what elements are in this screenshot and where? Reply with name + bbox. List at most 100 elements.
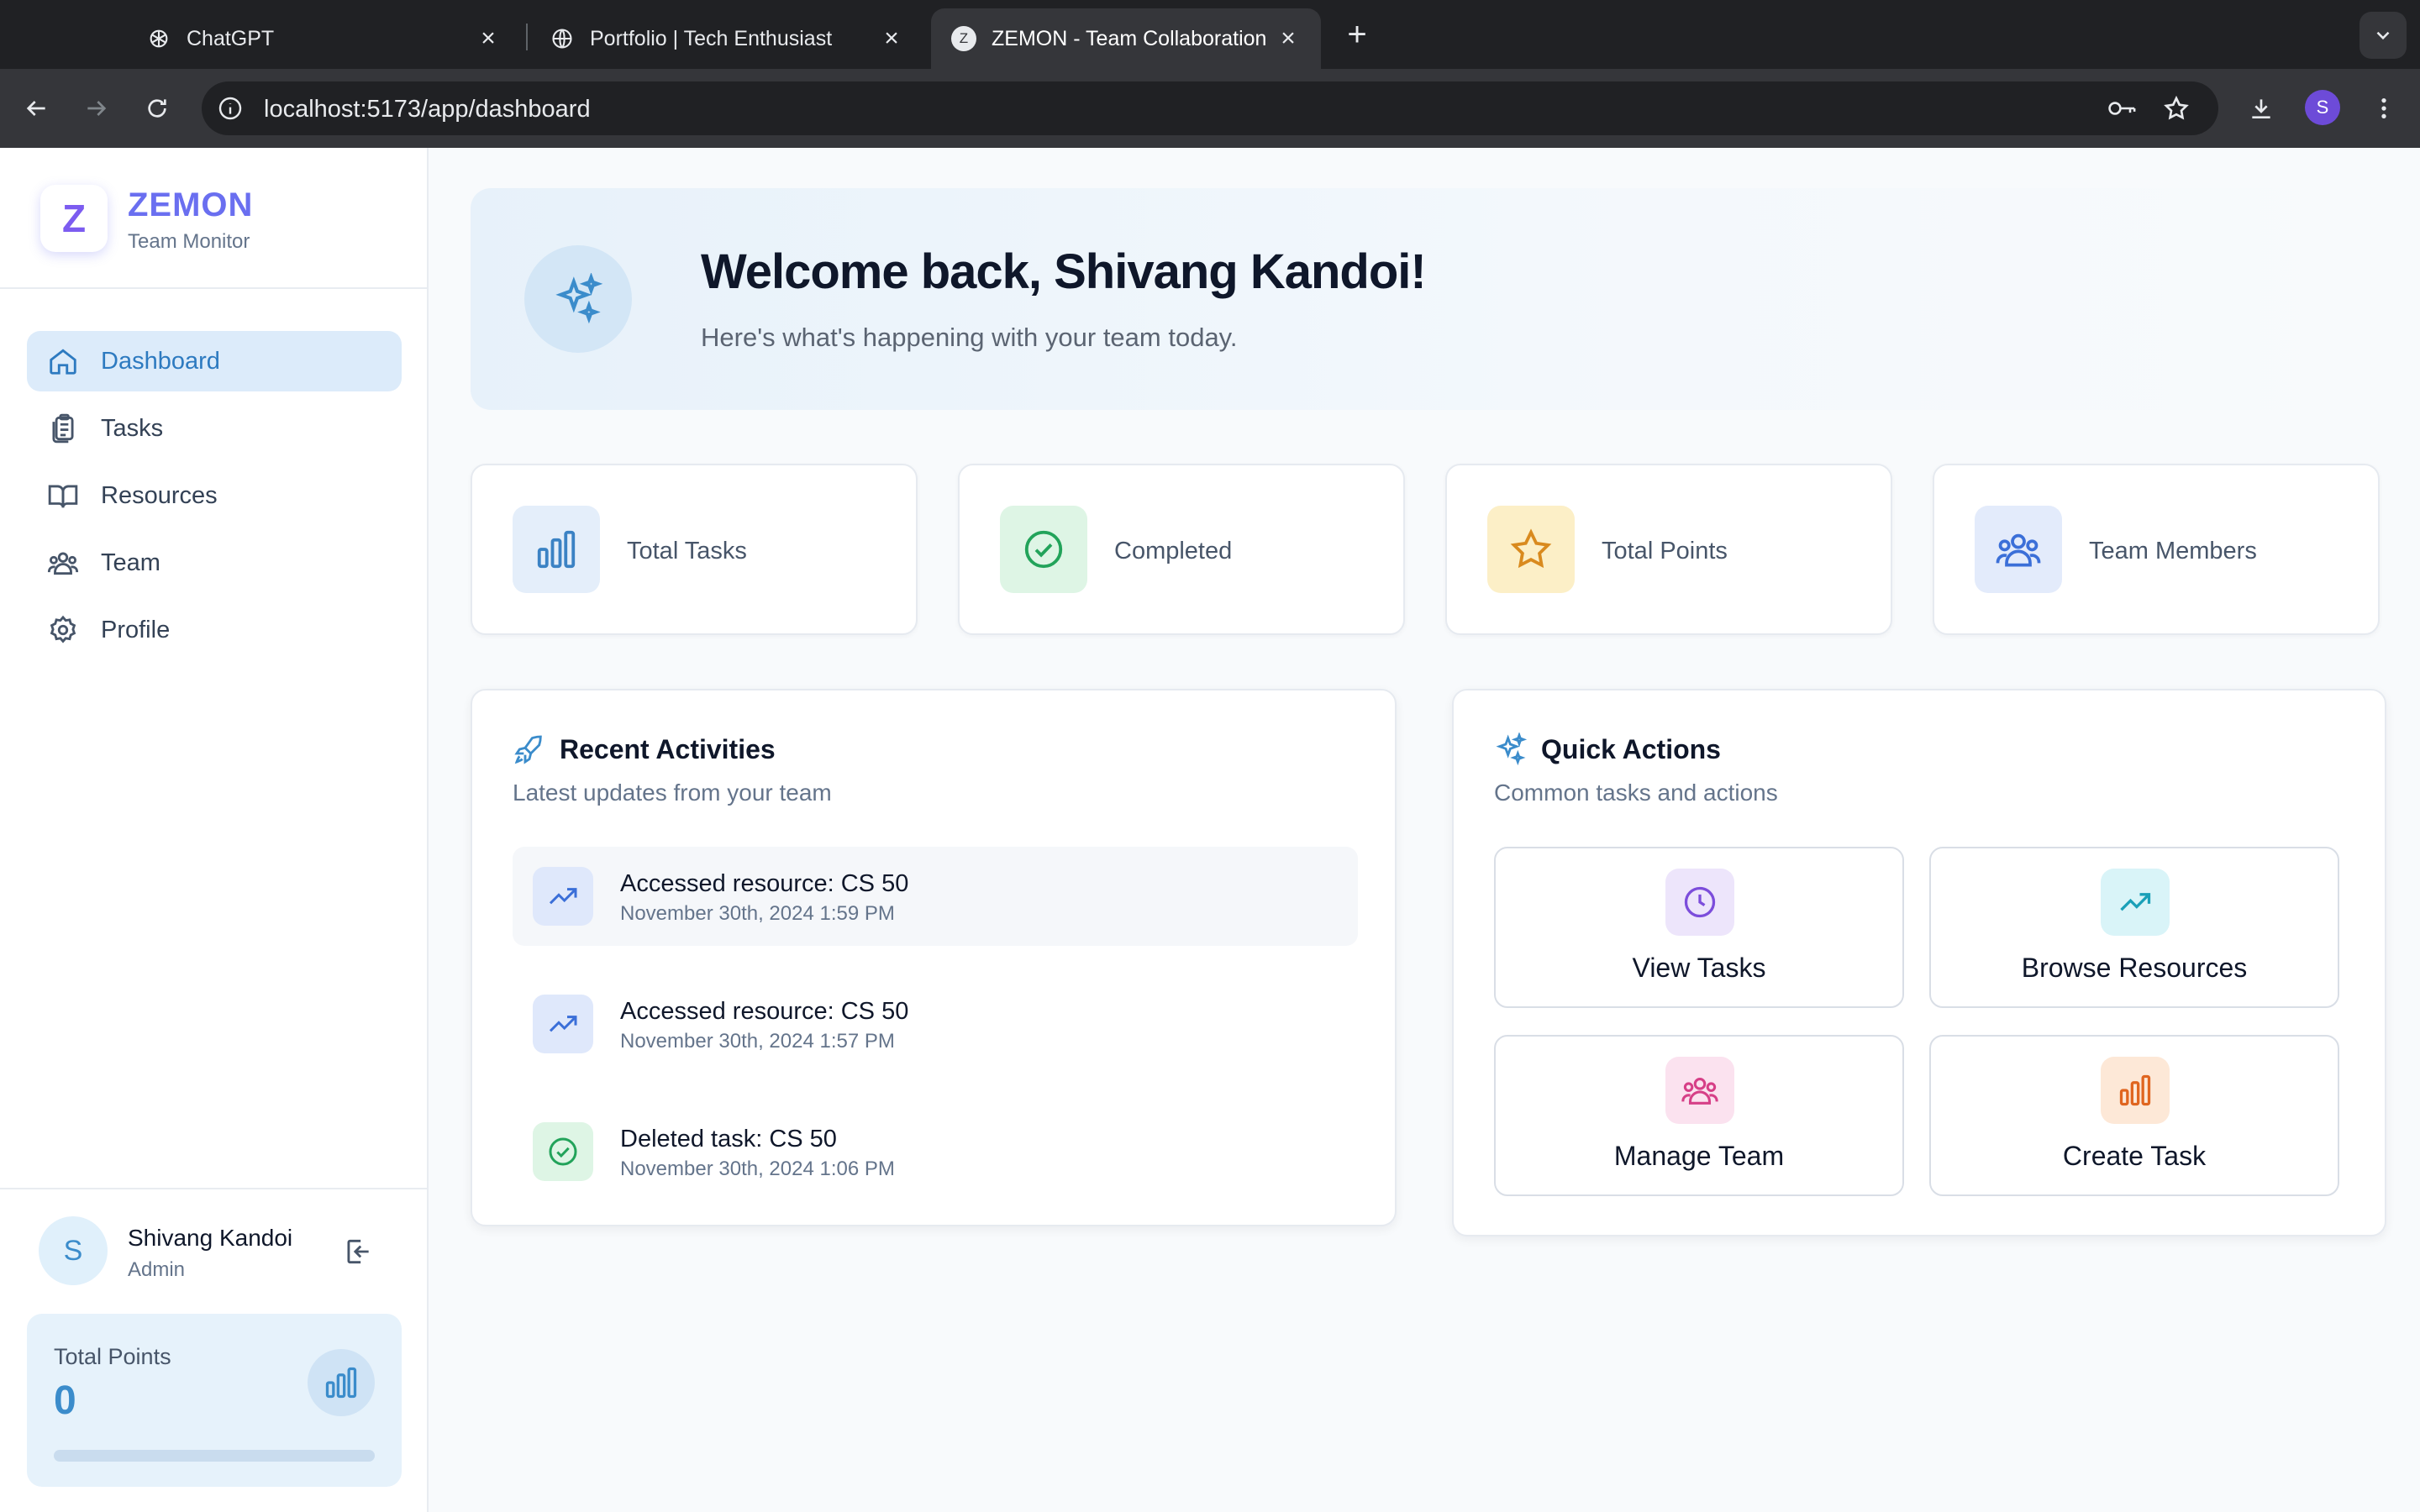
action-label: View Tasks <box>1632 953 1766 983</box>
list-item[interactable]: Accessed resource: CS 50 November 30th, … <box>513 847 1358 946</box>
brand-logo[interactable]: Z <box>40 185 108 252</box>
activity-time: November 30th, 2024 1:06 PM <box>620 1158 895 1180</box>
list-item[interactable]: Accessed resource: CS 50 November 30th, … <box>513 974 1358 1074</box>
card-title: Recent Activities <box>560 734 776 764</box>
tab-chatgpt[interactable]: ChatGPT × <box>126 8 521 69</box>
trending-up-icon <box>533 995 593 1053</box>
browser-menu-button[interactable] <box>2365 89 2403 128</box>
reload-icon <box>148 99 166 118</box>
users-icon <box>1975 506 2062 593</box>
tab-portfolio[interactable]: Portfolio | Tech Enthusiast × <box>529 8 924 69</box>
address-bar[interactable]: localhost:5173/app/dashboard <box>202 81 2218 135</box>
browse-resources-button[interactable]: Browse Resources <box>1929 847 2339 1008</box>
close-icon[interactable]: × <box>879 24 904 53</box>
new-tab-button[interactable]: + <box>1338 15 1376 54</box>
points-value: 0 <box>54 1378 76 1423</box>
close-icon[interactable]: × <box>476 24 501 53</box>
brand-name: ZEMON <box>128 186 254 223</box>
activity-time: November 30th, 2024 1:59 PM <box>620 902 895 925</box>
stat-label: Completed <box>1114 538 1233 564</box>
view-tasks-button[interactable]: View Tasks <box>1494 847 1904 1008</box>
user-role: Admin <box>128 1258 186 1281</box>
stat-card-total-tasks[interactable]: Total Tasks <box>471 464 918 635</box>
logout-button[interactable] <box>339 1233 376 1270</box>
sidebar-item-dashboard[interactable]: Dashboard <box>27 331 402 391</box>
stat-card-team-members[interactable]: Team Members <box>1933 464 2380 635</box>
page-subtitle: Here's what's happening with your team t… <box>701 323 1238 352</box>
card-title: Quick Actions <box>1541 734 1721 764</box>
arrow-right-icon <box>87 101 107 116</box>
user-panel: S Shivang Kandoi Admin Total Points 0 <box>0 1188 427 1512</box>
browser-tab-bar: ChatGPT × Portfolio | Tech Enthusiast × … <box>0 0 2420 69</box>
tab-search-button[interactable] <box>2360 12 2407 59</box>
activity-time: November 30th, 2024 1:57 PM <box>620 1030 895 1053</box>
downloads-button[interactable] <box>2242 89 2281 128</box>
stat-card-total-points[interactable]: Total Points <box>1445 464 1892 635</box>
star-icon <box>1487 506 1575 593</box>
list-item[interactable]: Deleted task: CS 50 November 30th, 2024 … <box>513 1102 1358 1201</box>
brand-subtitle: Team Monitor <box>128 230 250 253</box>
sidebar-nav: Dashboard Tasks Resources Team Profile <box>27 331 402 667</box>
points-label: Total Points <box>54 1344 171 1369</box>
log-out-icon <box>347 1239 369 1264</box>
back-button[interactable] <box>17 89 55 128</box>
tab-separator <box>526 24 528 50</box>
close-icon[interactable]: × <box>1276 24 1301 53</box>
sidebar-item-label: Tasks <box>101 414 164 442</box>
tab-title: Portfolio | Tech Enthusiast <box>590 26 833 50</box>
check-circle-icon <box>1000 506 1087 593</box>
page-title: Welcome back, Shivang Kandoi! <box>701 244 1427 299</box>
manage-team-button[interactable]: Manage Team <box>1494 1035 1904 1196</box>
home-icon <box>47 345 79 377</box>
gear-icon <box>47 614 79 646</box>
stat-card-completed[interactable]: Completed <box>958 464 1405 635</box>
clipboard-icon <box>47 412 79 444</box>
main-content: Welcome back, Shivang Kandoi! Here's wha… <box>429 148 2420 1512</box>
tab-zemon[interactable]: Z ZEMON - Team Collaboration × <box>931 8 1321 69</box>
download-icon <box>2252 99 2270 118</box>
bar-chart-icon <box>2101 1057 2170 1124</box>
zemon-favicon-icon: Z <box>951 26 976 51</box>
password-key-icon[interactable] <box>2107 95 2138 126</box>
sparkles-icon <box>524 245 632 353</box>
total-points-card: Total Points 0 <box>27 1314 402 1487</box>
clock-icon <box>1665 869 1734 936</box>
bookmark-star-icon[interactable] <box>2163 95 2190 126</box>
bar-chart-icon <box>513 506 600 593</box>
create-task-button[interactable]: Create Task <box>1929 1035 2339 1196</box>
sidebar-item-profile[interactable]: Profile <box>27 600 402 660</box>
globe-icon <box>550 26 575 51</box>
sidebar-item-label: Team <box>101 549 160 576</box>
action-label: Manage Team <box>1613 1141 1785 1171</box>
users-icon <box>47 547 79 579</box>
forward-button[interactable] <box>77 89 116 128</box>
profile-avatar[interactable]: S <box>2305 90 2340 125</box>
sparkles-icon <box>1494 732 1528 766</box>
points-progress-bar <box>54 1450 375 1462</box>
activity-title: Accessed resource: CS 50 <box>620 998 909 1025</box>
arrow-left-icon <box>26 101 45 116</box>
trending-up-icon <box>533 867 593 926</box>
activity-title: Accessed resource: CS 50 <box>620 870 909 897</box>
app-root: Z ZEMON Team Monitor Dashboard Tasks Res… <box>0 148 2420 1512</box>
book-icon <box>47 480 79 512</box>
avatar[interactable]: S <box>39 1216 108 1285</box>
trending-up-icon <box>2101 869 2170 936</box>
recent-activities-card: Recent Activities Latest updates from yo… <box>471 689 1397 1226</box>
tab-title: ZEMON - Team Collaboration <box>992 26 1267 50</box>
sidebar-item-tasks[interactable]: Tasks <box>27 398 402 459</box>
site-info-icon[interactable] <box>217 95 244 126</box>
more-vertical-icon <box>2381 98 2386 118</box>
stat-label: Total Tasks <box>627 538 747 564</box>
users-icon <box>1665 1057 1734 1124</box>
sidebar-item-resources[interactable]: Resources <box>27 465 402 526</box>
reload-button[interactable] <box>138 89 176 128</box>
rocket-icon <box>513 732 546 766</box>
brand-header: Z ZEMON Team Monitor <box>0 148 427 289</box>
chevron-down-icon <box>2376 31 2390 40</box>
user-name: Shivang Kandoi <box>128 1225 293 1251</box>
action-label: Create Task <box>2062 1141 2207 1171</box>
sidebar-item-team[interactable]: Team <box>27 533 402 593</box>
card-subtitle: Common tasks and actions <box>1494 780 1778 806</box>
welcome-banner: Welcome back, Shivang Kandoi! Here's wha… <box>471 188 2386 410</box>
